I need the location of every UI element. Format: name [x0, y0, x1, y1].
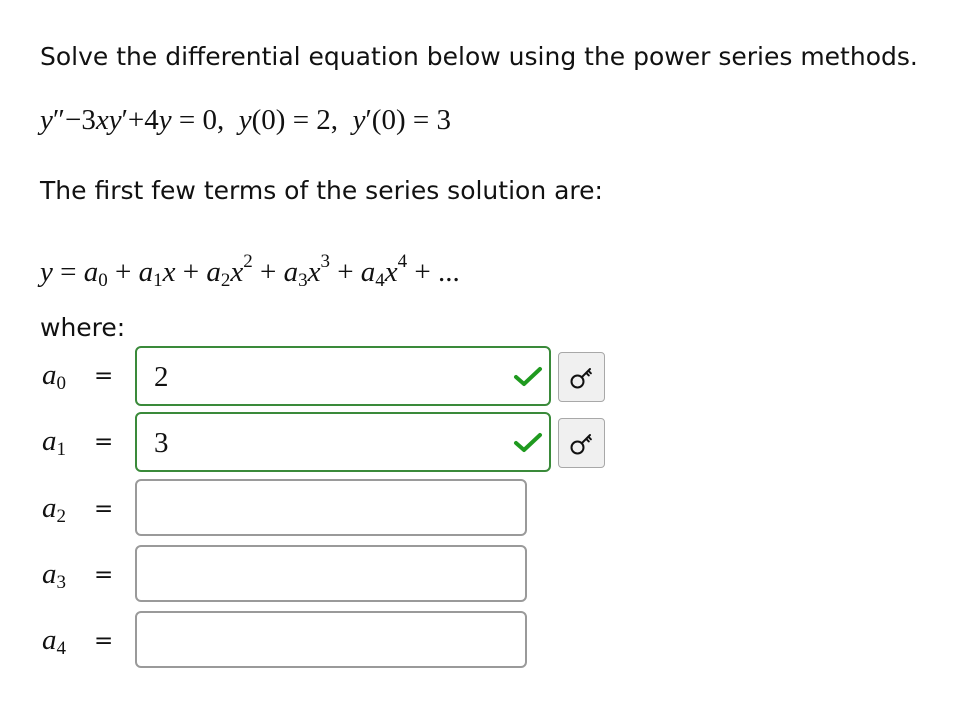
coefficient-row-a1: a1 = 3 [40, 412, 640, 472]
coefficient-row-a4: a4 = [40, 611, 640, 671]
coefficient-label-a0: a0 [42, 359, 66, 394]
equals-sign: = [94, 363, 114, 389]
where-label: where: [40, 313, 126, 342]
equals-sign: = [94, 562, 114, 588]
key-icon [570, 434, 592, 455]
series-intro: The first few terms of the series soluti… [40, 176, 603, 205]
answer-value-a0: 2 [154, 361, 169, 393]
answer-key-button-a1[interactable] [558, 418, 605, 468]
question-prompt: Solve the differential equation below us… [40, 42, 918, 71]
equals-sign: = [94, 628, 114, 654]
series-expression: y = a0 + a1x + a2x2 + a3x3 + a4x4 + ... [40, 251, 460, 291]
coefficient-row-a3: a3 = [40, 545, 640, 605]
coefficient-label-a2: a2 [42, 492, 66, 527]
answer-input-a0[interactable]: 2 [135, 346, 551, 406]
coefficient-row-a2: a2 = [40, 479, 640, 539]
coefficient-label-a1: a1 [42, 425, 66, 460]
coefficient-label-a4: a4 [42, 624, 66, 659]
checkmark-icon [514, 433, 542, 452]
key-icon [570, 368, 592, 389]
coefficient-label-a3: a3 [42, 558, 66, 593]
answer-value-a1: 3 [154, 427, 169, 459]
answer-input-a3[interactable] [135, 545, 527, 602]
equals-sign: = [94, 496, 114, 522]
answer-input-a1[interactable]: 3 [135, 412, 551, 472]
checkmark-icon [514, 367, 542, 386]
coefficient-row-a0: a0 = 2 [40, 346, 640, 406]
answer-input-a2[interactable] [135, 479, 527, 536]
differential-equation: y″−3xy′+4y = 0, y(0) = 2, y′(0) = 3 [40, 104, 451, 136]
answer-key-button-a0[interactable] [558, 352, 605, 402]
equals-sign: = [94, 429, 114, 455]
answer-input-a4[interactable] [135, 611, 527, 668]
